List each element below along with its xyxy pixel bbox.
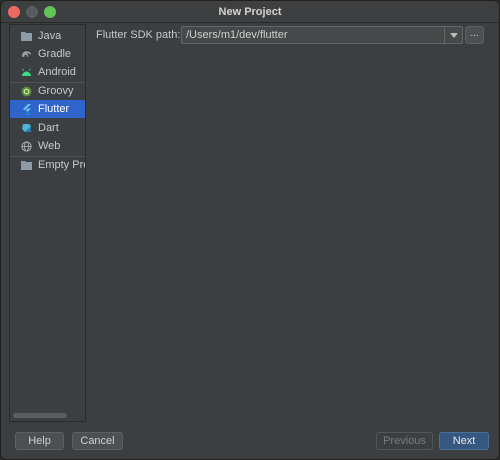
project-type-list: Java Gradle Android Groovy Flutter Dart … bbox=[9, 24, 86, 422]
dropdown-arrow-icon[interactable] bbox=[445, 27, 462, 43]
globe-icon bbox=[21, 140, 32, 152]
sidebar-item-android[interactable]: Android bbox=[10, 63, 85, 81]
help-button[interactable]: Help bbox=[15, 432, 64, 450]
android-icon bbox=[21, 67, 32, 78]
sidebar-item-java[interactable]: Java bbox=[10, 27, 85, 45]
cancel-button[interactable]: Cancel bbox=[72, 432, 123, 450]
sidebar-item-web[interactable]: Web bbox=[10, 137, 85, 155]
sidebar-item-label: Empty Proje bbox=[38, 159, 85, 171]
flutter-sdk-path-input[interactable] bbox=[182, 27, 444, 43]
flutter-icon bbox=[21, 103, 32, 115]
sidebar-item-label: Gradle bbox=[38, 48, 72, 60]
folder-icon bbox=[21, 31, 32, 42]
sidebar-item-label: Dart bbox=[38, 122, 59, 134]
browse-button[interactable]: ... bbox=[465, 26, 484, 44]
window-title: New Project bbox=[218, 6, 282, 18]
sidebar-item-dart[interactable]: Dart bbox=[10, 119, 85, 137]
folder-icon bbox=[21, 160, 32, 171]
title-bar: New Project bbox=[1, 1, 499, 23]
sidebar-item-flutter[interactable]: Flutter bbox=[10, 100, 85, 118]
sidebar-item-empty-project[interactable]: Empty Proje bbox=[10, 156, 85, 174]
gradle-elephant-icon bbox=[21, 49, 32, 60]
dart-icon bbox=[21, 123, 32, 134]
flutter-sdk-path-label: Flutter SDK path: bbox=[96, 29, 181, 41]
flutter-sdk-path-combo[interactable] bbox=[181, 26, 463, 44]
next-button[interactable]: Next bbox=[439, 432, 489, 450]
groovy-icon bbox=[21, 86, 32, 97]
sidebar-item-label: Flutter bbox=[38, 103, 70, 115]
sidebar-item-label: Web bbox=[38, 140, 61, 152]
sidebar-item-label: Groovy bbox=[38, 85, 74, 97]
sidebar-item-groovy[interactable]: Groovy bbox=[10, 82, 85, 100]
sidebar-item-label: Android bbox=[38, 66, 76, 78]
new-project-dialog: New Project Java Gradle Android Groovy F… bbox=[0, 0, 500, 460]
sidebar-item-label: Java bbox=[38, 30, 62, 42]
previous-button[interactable]: Previous bbox=[376, 432, 433, 450]
sidebar-horizontal-scrollbar[interactable] bbox=[13, 413, 67, 418]
sidebar-item-gradle[interactable]: Gradle bbox=[10, 45, 85, 63]
